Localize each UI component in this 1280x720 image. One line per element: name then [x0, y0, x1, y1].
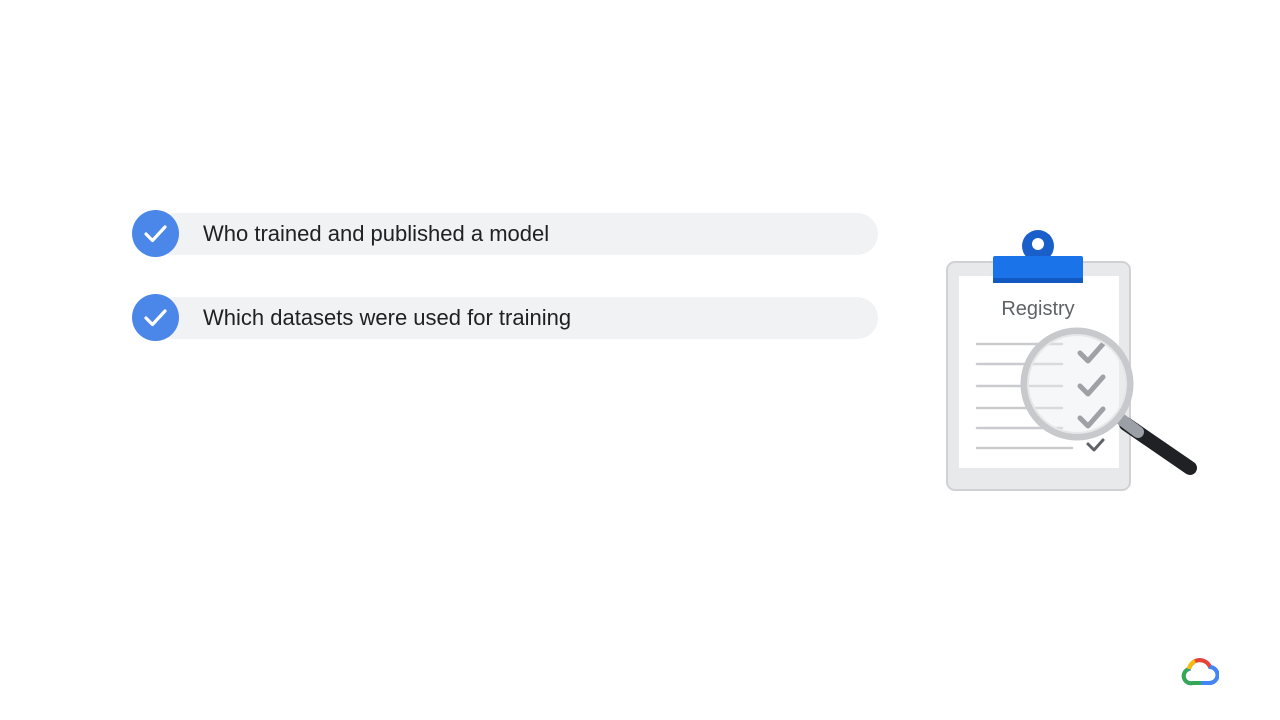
bullet-label: Which datasets were used for training — [203, 305, 572, 330]
clipboard-magnifier-icon — [946, 230, 1197, 491]
registry-title: Registry — [1001, 298, 1075, 320]
google-cloud-logo-icon — [1181, 658, 1219, 686]
check-circle-icon — [132, 210, 179, 257]
check-circle-icon — [132, 294, 179, 341]
bullet-item-1: Who trained and published a model — [132, 210, 878, 258]
bullet-label: Who trained and published a model — [203, 221, 550, 246]
bullet-item-2: Which datasets were used for training — [132, 294, 878, 342]
